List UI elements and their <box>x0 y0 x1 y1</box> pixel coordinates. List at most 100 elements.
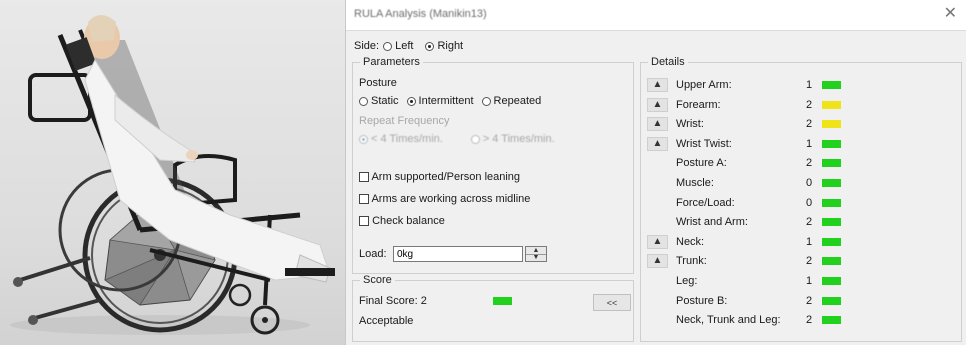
detail-row: Force/Load: 0 <box>641 195 961 213</box>
spin-down-icon[interactable]: ▼ <box>526 254 546 261</box>
detail-label: Wrist and Arm: <box>676 216 748 229</box>
detail-value: 2 <box>806 314 813 327</box>
arms-midline-checkbox[interactable] <box>359 194 369 205</box>
green-score-indicator <box>822 257 841 266</box>
expand-button[interactable]: ▲ <box>647 234 668 249</box>
detail-row: ▲ Wrist: 2 <box>641 116 961 134</box>
side-left-label: Left <box>395 40 414 52</box>
3d-viewport[interactable] <box>0 0 345 345</box>
detail-value: 2 <box>806 118 813 131</box>
detail-label: Forearm: <box>676 98 721 111</box>
detail-row: Leg: 1 <box>641 273 961 291</box>
side-selector: Side: Left Right <box>354 40 471 52</box>
final-score: Final Score: 2 <box>359 295 427 307</box>
side-left-radio[interactable] <box>383 41 393 51</box>
side-left-option[interactable]: Left <box>383 40 413 52</box>
expand-button[interactable]: ▲ <box>647 254 668 269</box>
check-balance-checkbox[interactable] <box>359 216 369 227</box>
side-label: Side: <box>354 40 380 52</box>
detail-row: Neck, Trunk and Leg: 2 <box>641 312 961 330</box>
details-title: Details <box>648 56 688 68</box>
frequency-high-radio[interactable] <box>470 134 480 144</box>
frequency-high-label: > 4 Times/min. <box>482 133 555 145</box>
posture-intermittent-option[interactable]: Intermittent <box>406 95 474 107</box>
arm-supported-checkbox[interactable] <box>359 172 369 183</box>
detail-label: Neck, Trunk and Leg: <box>676 314 781 327</box>
green-score-indicator <box>822 81 841 89</box>
detail-value: 0 <box>806 177 813 189</box>
frequency-high-option[interactable]: > 4 Times/min. <box>470 133 555 145</box>
detail-value: 2 <box>806 255 813 268</box>
posture-repeated-label: Repeated <box>493 95 542 107</box>
detail-label: Force/Load: <box>676 196 735 209</box>
detail-value: 2 <box>806 157 813 170</box>
green-score-indicator <box>822 277 841 285</box>
green-score-indicator <box>822 316 841 325</box>
detail-label: Neck: <box>676 235 705 248</box>
detail-row: Muscle: 0 <box>641 175 961 193</box>
load-input[interactable] <box>393 246 523 262</box>
detail-row: Posture A: 2 <box>641 155 961 173</box>
check-balance-label: Check balance <box>372 215 445 227</box>
arms-midline-option[interactable]: Arms are working across midline <box>359 193 530 205</box>
manikin-figure <box>65 15 331 283</box>
arm-supported-option[interactable]: Arm supported/Person leaning <box>359 171 520 183</box>
posture-static-label: Static <box>371 95 399 107</box>
detail-label: Wrist: <box>676 118 704 131</box>
posture-static-radio[interactable] <box>359 96 368 106</box>
detail-label: Upper Arm: <box>676 79 732 91</box>
detail-value: 0 <box>806 196 813 209</box>
score-group: Score Final Score: 2 Acceptable << <box>352 274 634 342</box>
detail-row: ▲ Forearm: 2 <box>641 97 961 115</box>
arm-supported-label: Arm supported/Person leaning <box>371 171 521 183</box>
score-status: Acceptable <box>359 315 414 327</box>
posture-options: Static Intermittent Repeated <box>359 95 549 107</box>
final-score-indicator <box>493 297 512 305</box>
posture-repeated-option[interactable]: Repeated <box>481 95 542 107</box>
green-score-indicator <box>822 296 841 305</box>
detail-label: Posture B: <box>676 294 728 307</box>
frequency-low-label: < 4 Times/min. <box>371 133 443 145</box>
collapse-details-button[interactable]: << <box>593 294 631 311</box>
detail-row: ▲ Upper Arm: 1 <box>641 77 961 95</box>
side-right-label: Right <box>437 40 464 52</box>
score-title: Score <box>360 274 395 286</box>
posture-repeated-radio[interactable] <box>481 96 491 106</box>
detail-row: Posture B: 2 <box>641 293 961 311</box>
detail-label: Wrist Twist: <box>676 137 732 150</box>
detail-label: Leg: <box>676 275 698 287</box>
arms-midline-label: Arms are working across midline <box>371 193 531 205</box>
expand-button[interactable]: ▲ <box>647 97 668 112</box>
side-right-option[interactable]: Right <box>425 40 463 52</box>
posture-intermittent-label: Intermittent <box>418 95 474 107</box>
posture-intermittent-radio[interactable] <box>406 96 416 106</box>
detail-value: 2 <box>806 294 813 307</box>
detail-row: ▲ Wrist Twist: 1 <box>641 136 961 154</box>
yellow-score-indicator <box>822 120 841 129</box>
check-balance-option[interactable]: Check balance <box>359 215 445 227</box>
expand-button[interactable]: ▲ <box>647 136 668 151</box>
green-score-indicator <box>822 198 841 207</box>
detail-row: Wrist and Arm: 2 <box>641 214 961 232</box>
yellow-score-indicator <box>822 100 841 109</box>
detail-value: 2 <box>806 98 813 111</box>
frequency-low-radio[interactable] <box>359 134 368 144</box>
detail-value: 1 <box>806 235 813 248</box>
detail-value: 1 <box>806 275 813 287</box>
frequency-low-option[interactable]: < 4 Times/min. <box>359 133 443 145</box>
side-right-radio[interactable] <box>425 41 435 51</box>
green-score-indicator <box>822 139 841 148</box>
detail-value: 1 <box>806 137 813 150</box>
details-group: Details ▲ Upper Arm: 1 ▲ Forearm: 2 ▲ Wrist: 2 ▲ W… <box>640 56 962 342</box>
close-icon[interactable]: ✕ <box>944 5 957 23</box>
detail-value: 1 <box>806 79 813 91</box>
manikin-wheelchair-render <box>10 15 335 335</box>
detail-row: ▲ Neck: 1 <box>641 234 961 252</box>
posture-static-option[interactable]: Static <box>359 95 399 107</box>
load-spinner[interactable]: ▲ ▼ <box>525 246 547 262</box>
green-score-indicator <box>822 237 841 246</box>
detail-label: Trunk: <box>676 255 707 268</box>
detail-label: Muscle: <box>676 177 714 189</box>
expand-button[interactable]: ▲ <box>647 117 668 132</box>
expand-button[interactable]: ▲ <box>647 78 668 92</box>
